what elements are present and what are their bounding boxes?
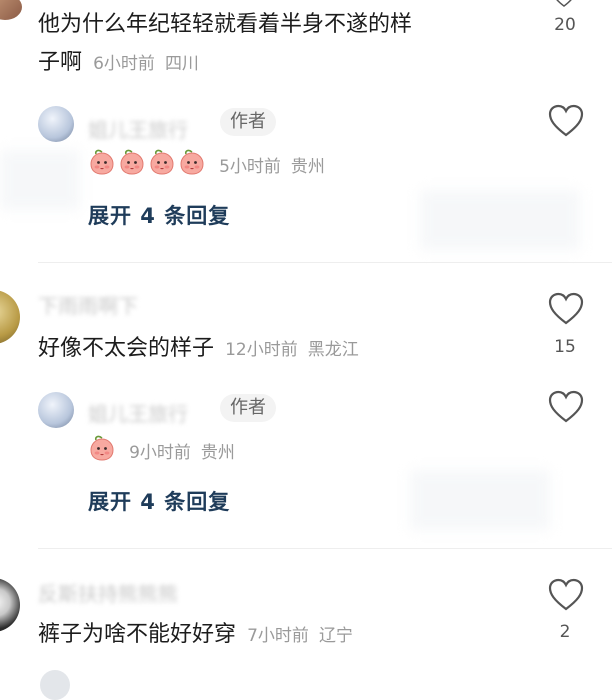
divider bbox=[38, 262, 612, 263]
comment-body: 好像不太会的样子 12小时前 黑龙江 bbox=[38, 334, 359, 364]
comment-body-line2: 子啊 6小时前 四川 bbox=[38, 48, 199, 78]
like-count: 2 bbox=[559, 622, 571, 642]
peach-face-emoji-icon bbox=[88, 148, 116, 180]
heart-outline-icon bbox=[548, 390, 584, 423]
reply-like-button[interactable] bbox=[548, 390, 584, 428]
background-ghost bbox=[420, 190, 580, 250]
peach-face-emoji-icon bbox=[148, 148, 176, 180]
avatar[interactable] bbox=[0, 290, 20, 344]
comment-body: 裤子为啥不能好好穿 7小时前 辽宁 bbox=[38, 620, 353, 650]
reply-like-button[interactable] bbox=[548, 104, 584, 142]
peach-face-emoji-icon bbox=[118, 148, 146, 180]
comment-text-line1: 他为什么年纪轻轻就看着半身不遂的样 bbox=[38, 12, 413, 37]
comment-meta: 12小时前 黑龙江 bbox=[225, 340, 359, 360]
like-count: 20 bbox=[554, 15, 576, 35]
reply-time: 9小时前 bbox=[129, 442, 191, 463]
peach-face-emoji-icon bbox=[88, 434, 116, 466]
comment-location: 辽宁 bbox=[318, 626, 353, 646]
comment-meta: 7小时前 辽宁 bbox=[247, 626, 353, 646]
reply-body: 5小时前 贵州 bbox=[88, 148, 325, 180]
comment-time: 12小时前 bbox=[225, 340, 298, 360]
reply-meta: 9小时前 贵州 bbox=[129, 443, 235, 463]
comment-time: 6小时前 bbox=[93, 54, 155, 74]
avatar[interactable] bbox=[0, 0, 22, 20]
author-badge: 作者 bbox=[220, 394, 276, 422]
heart-outline-icon bbox=[548, 578, 584, 611]
background-ghost bbox=[0, 150, 80, 210]
emoji-group bbox=[88, 148, 208, 180]
comment-time: 7小时前 bbox=[247, 626, 309, 646]
comment-meta: 6小时前 四川 bbox=[93, 54, 199, 74]
divider bbox=[38, 548, 612, 549]
peach-face-emoji-icon bbox=[178, 148, 206, 180]
reply-location: 贵州 bbox=[290, 156, 325, 177]
background-ghost bbox=[410, 470, 550, 530]
emoji-group bbox=[88, 434, 118, 466]
reply-username[interactable]: 姐儿王旅行 bbox=[88, 114, 188, 143]
comment-text: 裤子为啥不能好好穿 bbox=[38, 622, 237, 647]
reply-avatar[interactable] bbox=[38, 392, 74, 428]
reply-body: 9小时前 贵州 bbox=[88, 434, 235, 466]
heart-outline-icon bbox=[548, 104, 584, 137]
comment-text-line2: 子啊 bbox=[38, 50, 83, 75]
avatar[interactable] bbox=[0, 578, 20, 632]
reply-avatar[interactable] bbox=[38, 106, 74, 142]
heart-outline-icon bbox=[556, 0, 572, 7]
reply-username[interactable]: 姐儿王旅行 bbox=[88, 398, 188, 427]
like-button[interactable] bbox=[548, 292, 584, 330]
expand-replies-button[interactable]: 展开 4 条回复 bbox=[88, 200, 230, 230]
comment-username[interactable]: 反斯扶持熊熊熊 bbox=[38, 578, 178, 607]
heart-outline-icon bbox=[548, 292, 584, 325]
comment-location: 黑龙江 bbox=[307, 340, 359, 360]
like-button[interactable] bbox=[548, 578, 584, 616]
expand-replies-button[interactable]: 展开 4 条回复 bbox=[88, 486, 230, 516]
comment-location: 四川 bbox=[164, 54, 199, 74]
like-button[interactable] bbox=[544, 0, 584, 12]
like-count: 15 bbox=[554, 337, 576, 357]
avatar[interactable] bbox=[40, 670, 70, 700]
comment-username[interactable]: 下雨雨啊下 bbox=[38, 290, 138, 319]
author-badge: 作者 bbox=[220, 108, 276, 136]
reply-location: 贵州 bbox=[200, 442, 235, 463]
comment-text: 好像不太会的样子 bbox=[38, 336, 215, 361]
reply-meta: 5小时前 贵州 bbox=[219, 157, 325, 177]
reply-time: 5小时前 bbox=[219, 156, 281, 177]
